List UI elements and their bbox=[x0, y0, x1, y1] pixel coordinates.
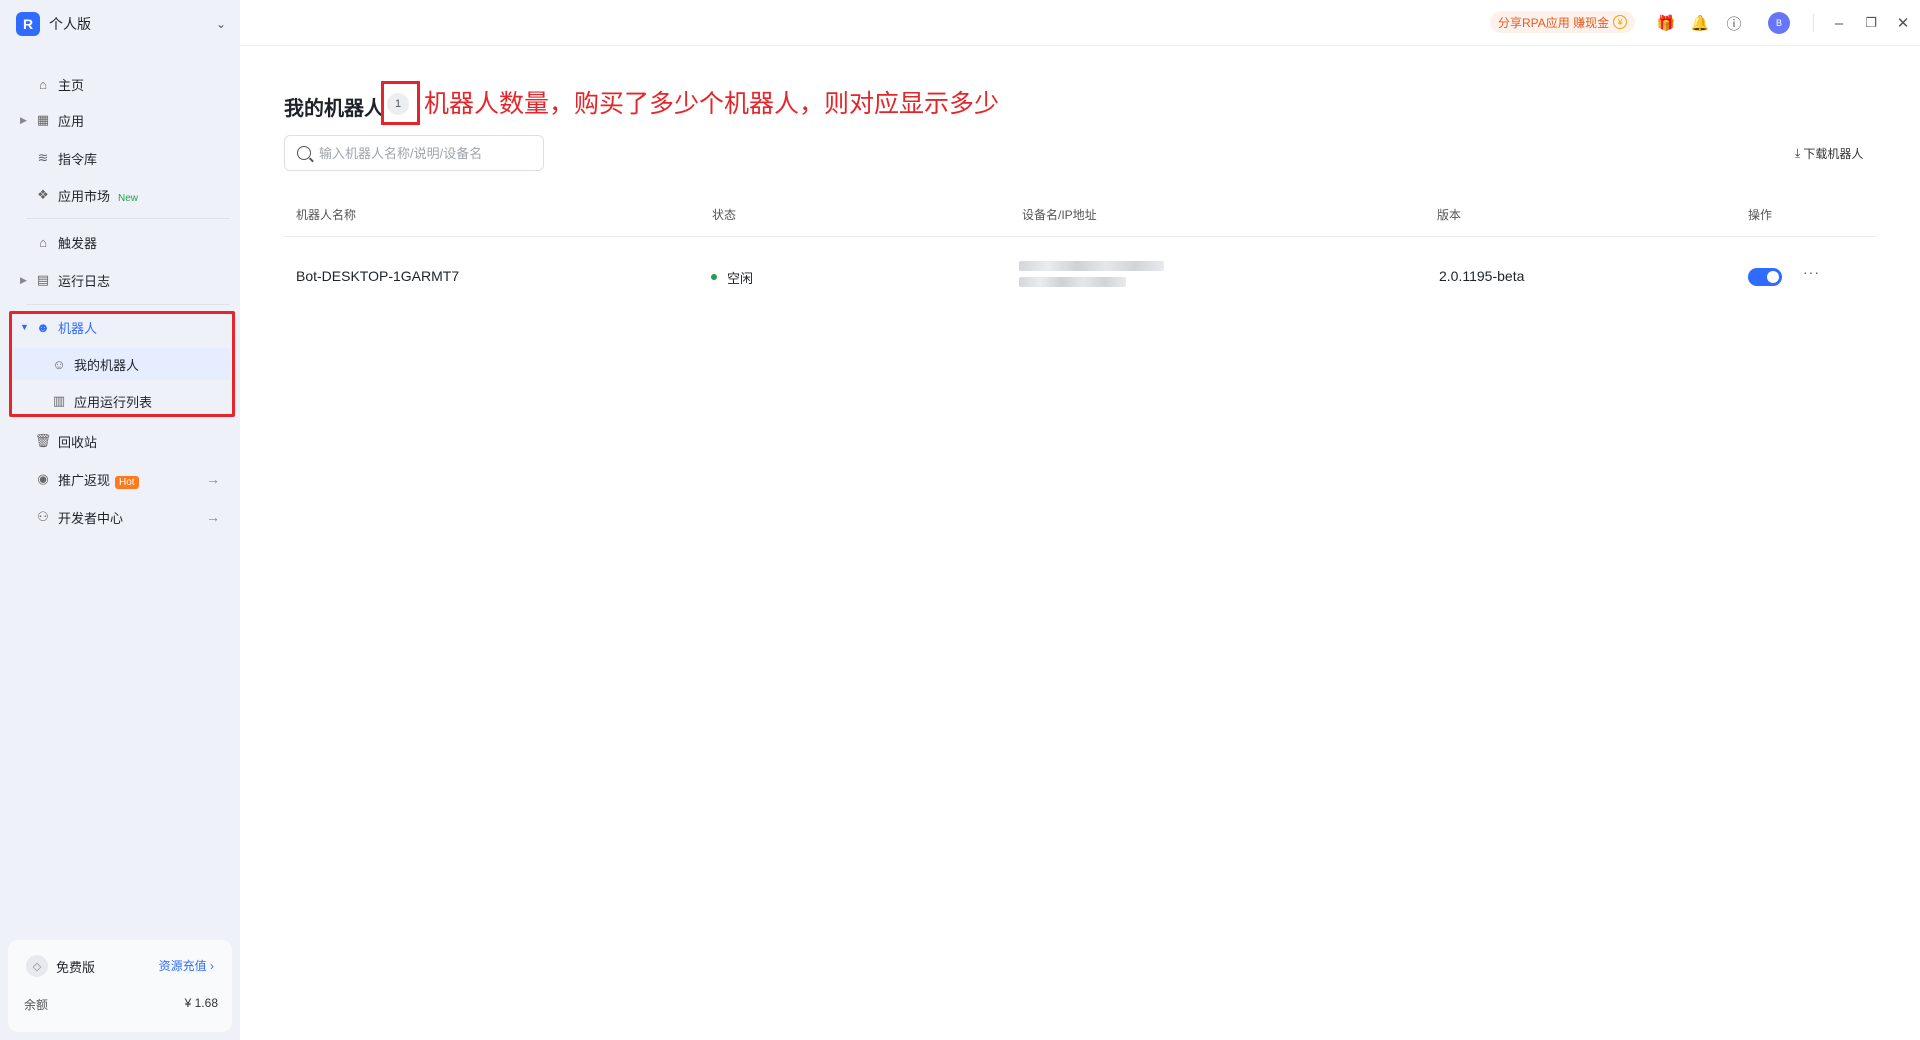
column-header-actions: 操作 bbox=[1748, 208, 1773, 222]
column-header-version: 版本 bbox=[1437, 208, 1462, 222]
caret-right-icon: ▶ bbox=[20, 274, 27, 285]
sidebar-item-label: 指令库 bbox=[58, 151, 98, 167]
recharge-link[interactable]: 资源充值 › bbox=[159, 957, 214, 974]
edition-label: 个人版 bbox=[49, 16, 91, 32]
sidebar-item-label: 开发者中心 bbox=[58, 510, 124, 526]
apps-grid-icon: ▦ bbox=[36, 112, 50, 127]
log-icon: ▤ bbox=[36, 272, 50, 287]
minimize-icon[interactable]: – bbox=[1829, 13, 1849, 33]
sidebar-item-label: 推广返现 Hot bbox=[58, 470, 139, 489]
sidebar-item-run-logs[interactable]: ▶ ▤ 运行日志 bbox=[12, 264, 230, 296]
arrow-right-icon: → bbox=[206, 509, 220, 525]
status-dot-icon bbox=[711, 274, 717, 280]
search-box[interactable] bbox=[284, 135, 544, 171]
toggle-knob bbox=[1767, 271, 1779, 283]
sidebar-item-apps[interactable]: ▶ ▦ 应用 bbox=[12, 104, 230, 136]
sidebar-item-cashback[interactable]: ◉ 推广返现 Hot → bbox=[12, 463, 230, 495]
sidebar-divider bbox=[26, 304, 230, 305]
topbar-separator bbox=[1813, 14, 1814, 32]
home-icon: ⌂ bbox=[39, 76, 47, 92]
plan-card: ◇ 免费版 资源充值 › 余额 ¥ 1.68 bbox=[8, 940, 232, 1032]
plan-name: 免费版 bbox=[56, 960, 96, 975]
redacted-device-name bbox=[1019, 261, 1164, 271]
caret-right-icon: ▶ bbox=[20, 114, 27, 125]
annotation-text: 机器人数量，购买了多少个机器人，则对应显示多少 bbox=[424, 90, 1000, 118]
sidebar: R 个人版 ⌄ ⌂ 主页 ▶ ▦ 应用 ≋ 指令库 ❖ 应用市场 New ⌂ 触发… bbox=[0, 0, 240, 1040]
topbar: 分享RPA应用 赚现金 ¥ 🎁 🔔 ⓘ B – ❐ ✕ bbox=[240, 0, 1920, 46]
sidebar-item-command-library[interactable]: ≋ 指令库 bbox=[12, 142, 230, 174]
coin-icon: ¥ bbox=[1613, 15, 1628, 29]
sidebar-item-label: 应用市场 New bbox=[58, 188, 139, 204]
restore-icon[interactable]: ❐ bbox=[1861, 13, 1881, 33]
robot-status: 空闲 bbox=[727, 271, 754, 286]
column-header-name: 机器人名称 bbox=[296, 208, 357, 222]
column-header-device: 设备名/IP地址 bbox=[1022, 208, 1097, 222]
developer-icon: ⚇ bbox=[37, 509, 49, 524]
table-header: 机器人名称 状态 设备名/IP地址 版本 操作 bbox=[284, 195, 1876, 237]
robot-name: Bot-DESKTOP-1GARMT7 bbox=[296, 268, 460, 284]
new-badge: New bbox=[118, 192, 139, 204]
bell-icon[interactable]: 🔔 bbox=[1690, 13, 1710, 33]
sidebar-item-recycle-bin[interactable]: 🗑 回收站 bbox=[12, 425, 230, 457]
edition-switcher[interactable]: R 个人版 ⌄ bbox=[16, 12, 226, 36]
search-icon bbox=[297, 146, 311, 160]
annotation-highlight-box bbox=[9, 311, 235, 417]
share-earn-label: 分享RPA应用 赚现金 bbox=[1498, 15, 1610, 30]
sidebar-item-app-market[interactable]: ❖ 应用市场 New bbox=[12, 179, 230, 211]
app-window: R 个人版 ⌄ ⌂ 主页 ▶ ▦ 应用 ≋ 指令库 ❖ 应用市场 New ⌂ 触发… bbox=[0, 0, 1920, 1040]
sidebar-divider bbox=[26, 218, 230, 219]
robot-enable-toggle[interactable] bbox=[1748, 268, 1782, 286]
arrow-right-icon: → bbox=[206, 471, 220, 487]
sidebar-item-label: 回收站 bbox=[58, 434, 98, 450]
sidebar-item-home[interactable]: ⌂ 主页 bbox=[12, 68, 230, 100]
sidebar-item-label: 应用 bbox=[58, 113, 85, 129]
share-earn-button[interactable]: 分享RPA应用 赚现金 ¥ bbox=[1490, 11, 1636, 33]
page-title: 我的机器人 bbox=[284, 98, 384, 120]
diamond-icon: ◇ bbox=[26, 955, 48, 977]
robot-version: 2.0.1195-beta bbox=[1439, 268, 1525, 284]
search-input[interactable] bbox=[319, 145, 519, 161]
close-icon[interactable]: ✕ bbox=[1893, 13, 1913, 33]
download-icon: ⤓ bbox=[1795, 146, 1801, 160]
annotation-count-box bbox=[381, 81, 420, 125]
sidebar-item-label: 运行日志 bbox=[58, 273, 111, 289]
layers-icon: ≋ bbox=[37, 150, 49, 165]
app-logo-icon: R bbox=[16, 12, 40, 36]
more-actions-icon[interactable]: ··· bbox=[1803, 264, 1820, 280]
hot-badge: Hot bbox=[115, 475, 139, 489]
column-header-status: 状态 bbox=[712, 208, 737, 222]
sidebar-item-developer-center[interactable]: ⚇ 开发者中心 → bbox=[12, 501, 230, 533]
market-icon: ❖ bbox=[37, 187, 49, 202]
download-label: 下载机器人 bbox=[1803, 147, 1864, 161]
sidebar-item-triggers[interactable]: ⌂ 触发器 bbox=[12, 226, 230, 258]
help-icon[interactable]: ⓘ bbox=[1724, 13, 1744, 33]
table-row[interactable]: Bot-DESKTOP-1GARMT7 空闲 2.0.1195-beta ··· bbox=[284, 242, 1876, 310]
trash-icon: 🗑 bbox=[34, 433, 52, 448]
sidebar-item-label: 触发器 bbox=[58, 235, 98, 251]
download-robot-button[interactable]: ⤓ 下载机器人 bbox=[1795, 145, 1863, 162]
cashback-icon: ◉ bbox=[37, 471, 49, 486]
balance-label: 余额 bbox=[24, 998, 49, 1012]
chevron-down-icon: ⌄ bbox=[215, 17, 226, 31]
avatar[interactable]: B bbox=[1768, 12, 1790, 34]
gift-icon[interactable]: 🎁 bbox=[1656, 13, 1676, 33]
sidebar-item-label: 主页 bbox=[58, 77, 85, 93]
trigger-icon: ⌂ bbox=[39, 234, 47, 250]
balance-value: ¥ 1.68 bbox=[184, 996, 218, 1010]
redacted-ip-address bbox=[1019, 277, 1126, 287]
